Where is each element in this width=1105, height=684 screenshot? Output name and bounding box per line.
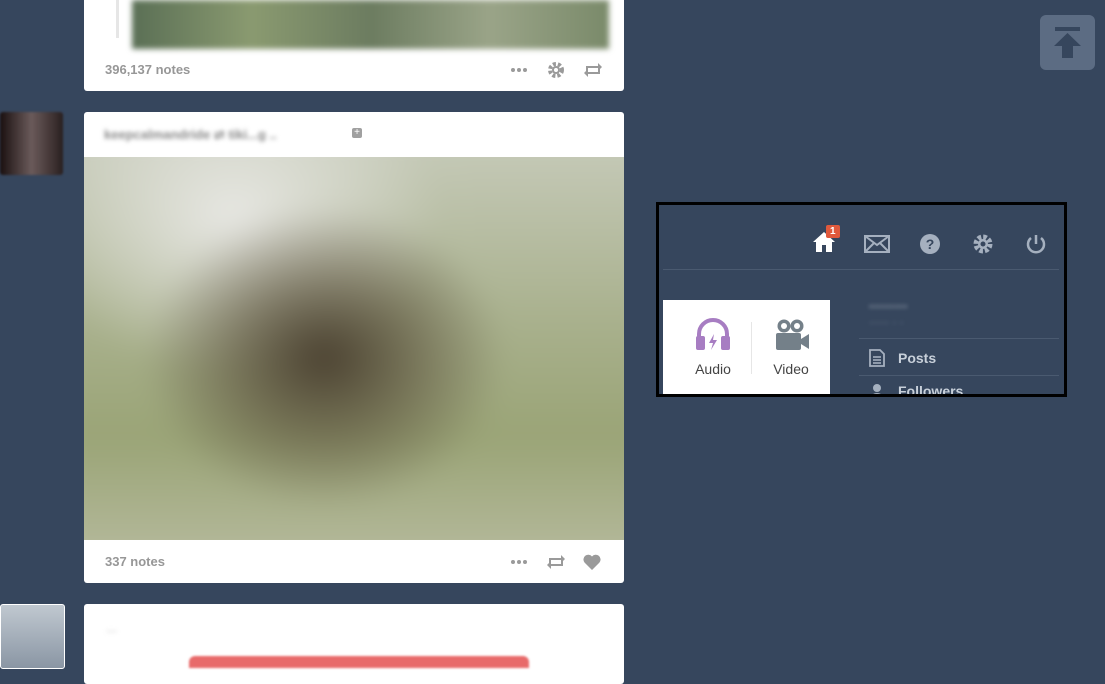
notes-count[interactable]: 337 notes <box>105 554 165 569</box>
menu-item-posts[interactable]: Posts <box>869 349 936 367</box>
menu-item-followers[interactable]: Followers <box>869 383 964 397</box>
post-header[interactable]: ... <box>106 620 117 635</box>
home-button[interactable]: 1 <box>812 225 840 258</box>
quote-bar <box>116 0 119 38</box>
video-camera-icon <box>776 319 809 350</box>
post-header[interactable]: keepcalmandride ⇄ tiki...g .. <box>104 127 277 143</box>
post-type-audio[interactable]: Audio <box>673 318 753 377</box>
blog-title: ····· · · <box>869 315 904 329</box>
post-image[interactable] <box>189 656 529 668</box>
headphones-icon <box>696 318 730 350</box>
gear-icon[interactable] <box>546 60 566 85</box>
mail-icon <box>864 235 890 253</box>
scroll-to-top-button[interactable] <box>1040 15 1095 70</box>
menu-divider <box>859 338 1059 339</box>
post-image[interactable] <box>132 0 609 49</box>
menu-item-label: Followers <box>898 383 964 397</box>
post-card: 396,137 notes <box>84 0 624 91</box>
power-icon <box>1026 235 1046 254</box>
settings-button[interactable] <box>972 233 994 260</box>
followers-icon <box>873 384 881 394</box>
help-button[interactable]: ? <box>919 233 941 260</box>
logout-button[interactable] <box>1025 233 1047 260</box>
notification-badge: 1 <box>826 225 840 238</box>
post-type-label: Audio <box>695 361 731 377</box>
post-type-video[interactable]: Video <box>751 318 831 377</box>
post-card: keepcalmandride ⇄ tiki...g .. + 337 note… <box>84 112 624 583</box>
svg-text:?: ? <box>926 236 935 252</box>
messages-button[interactable] <box>864 235 890 258</box>
post-card: ... <box>84 604 624 684</box>
highlight-region: 1 ? Audio Video ········· ····· · · Post… <box>656 202 1067 397</box>
avatar[interactable] <box>0 112 63 175</box>
post-type-label: Video <box>773 361 809 377</box>
menu-item-label: Posts <box>898 350 937 366</box>
more-icon[interactable] <box>510 60 528 85</box>
reblog-icon[interactable] <box>545 552 567 577</box>
follow-plus-icon[interactable]: + <box>352 128 362 138</box>
scroll-to-top-icon <box>1054 27 1081 58</box>
blog-name[interactable]: ········· <box>869 299 908 314</box>
avatar[interactable] <box>0 604 65 669</box>
nav-divider <box>663 269 1059 270</box>
menu-divider <box>859 375 1059 376</box>
heart-icon[interactable] <box>582 552 602 577</box>
posts-icon <box>869 349 885 367</box>
post-type-panel: Audio Video <box>663 300 830 394</box>
reblog-icon[interactable] <box>582 60 604 85</box>
gear-icon <box>973 234 993 254</box>
post-image[interactable] <box>84 157 624 540</box>
more-icon[interactable] <box>510 552 528 577</box>
notes-count[interactable]: 396,137 notes <box>105 62 190 77</box>
help-icon: ? <box>920 234 940 254</box>
